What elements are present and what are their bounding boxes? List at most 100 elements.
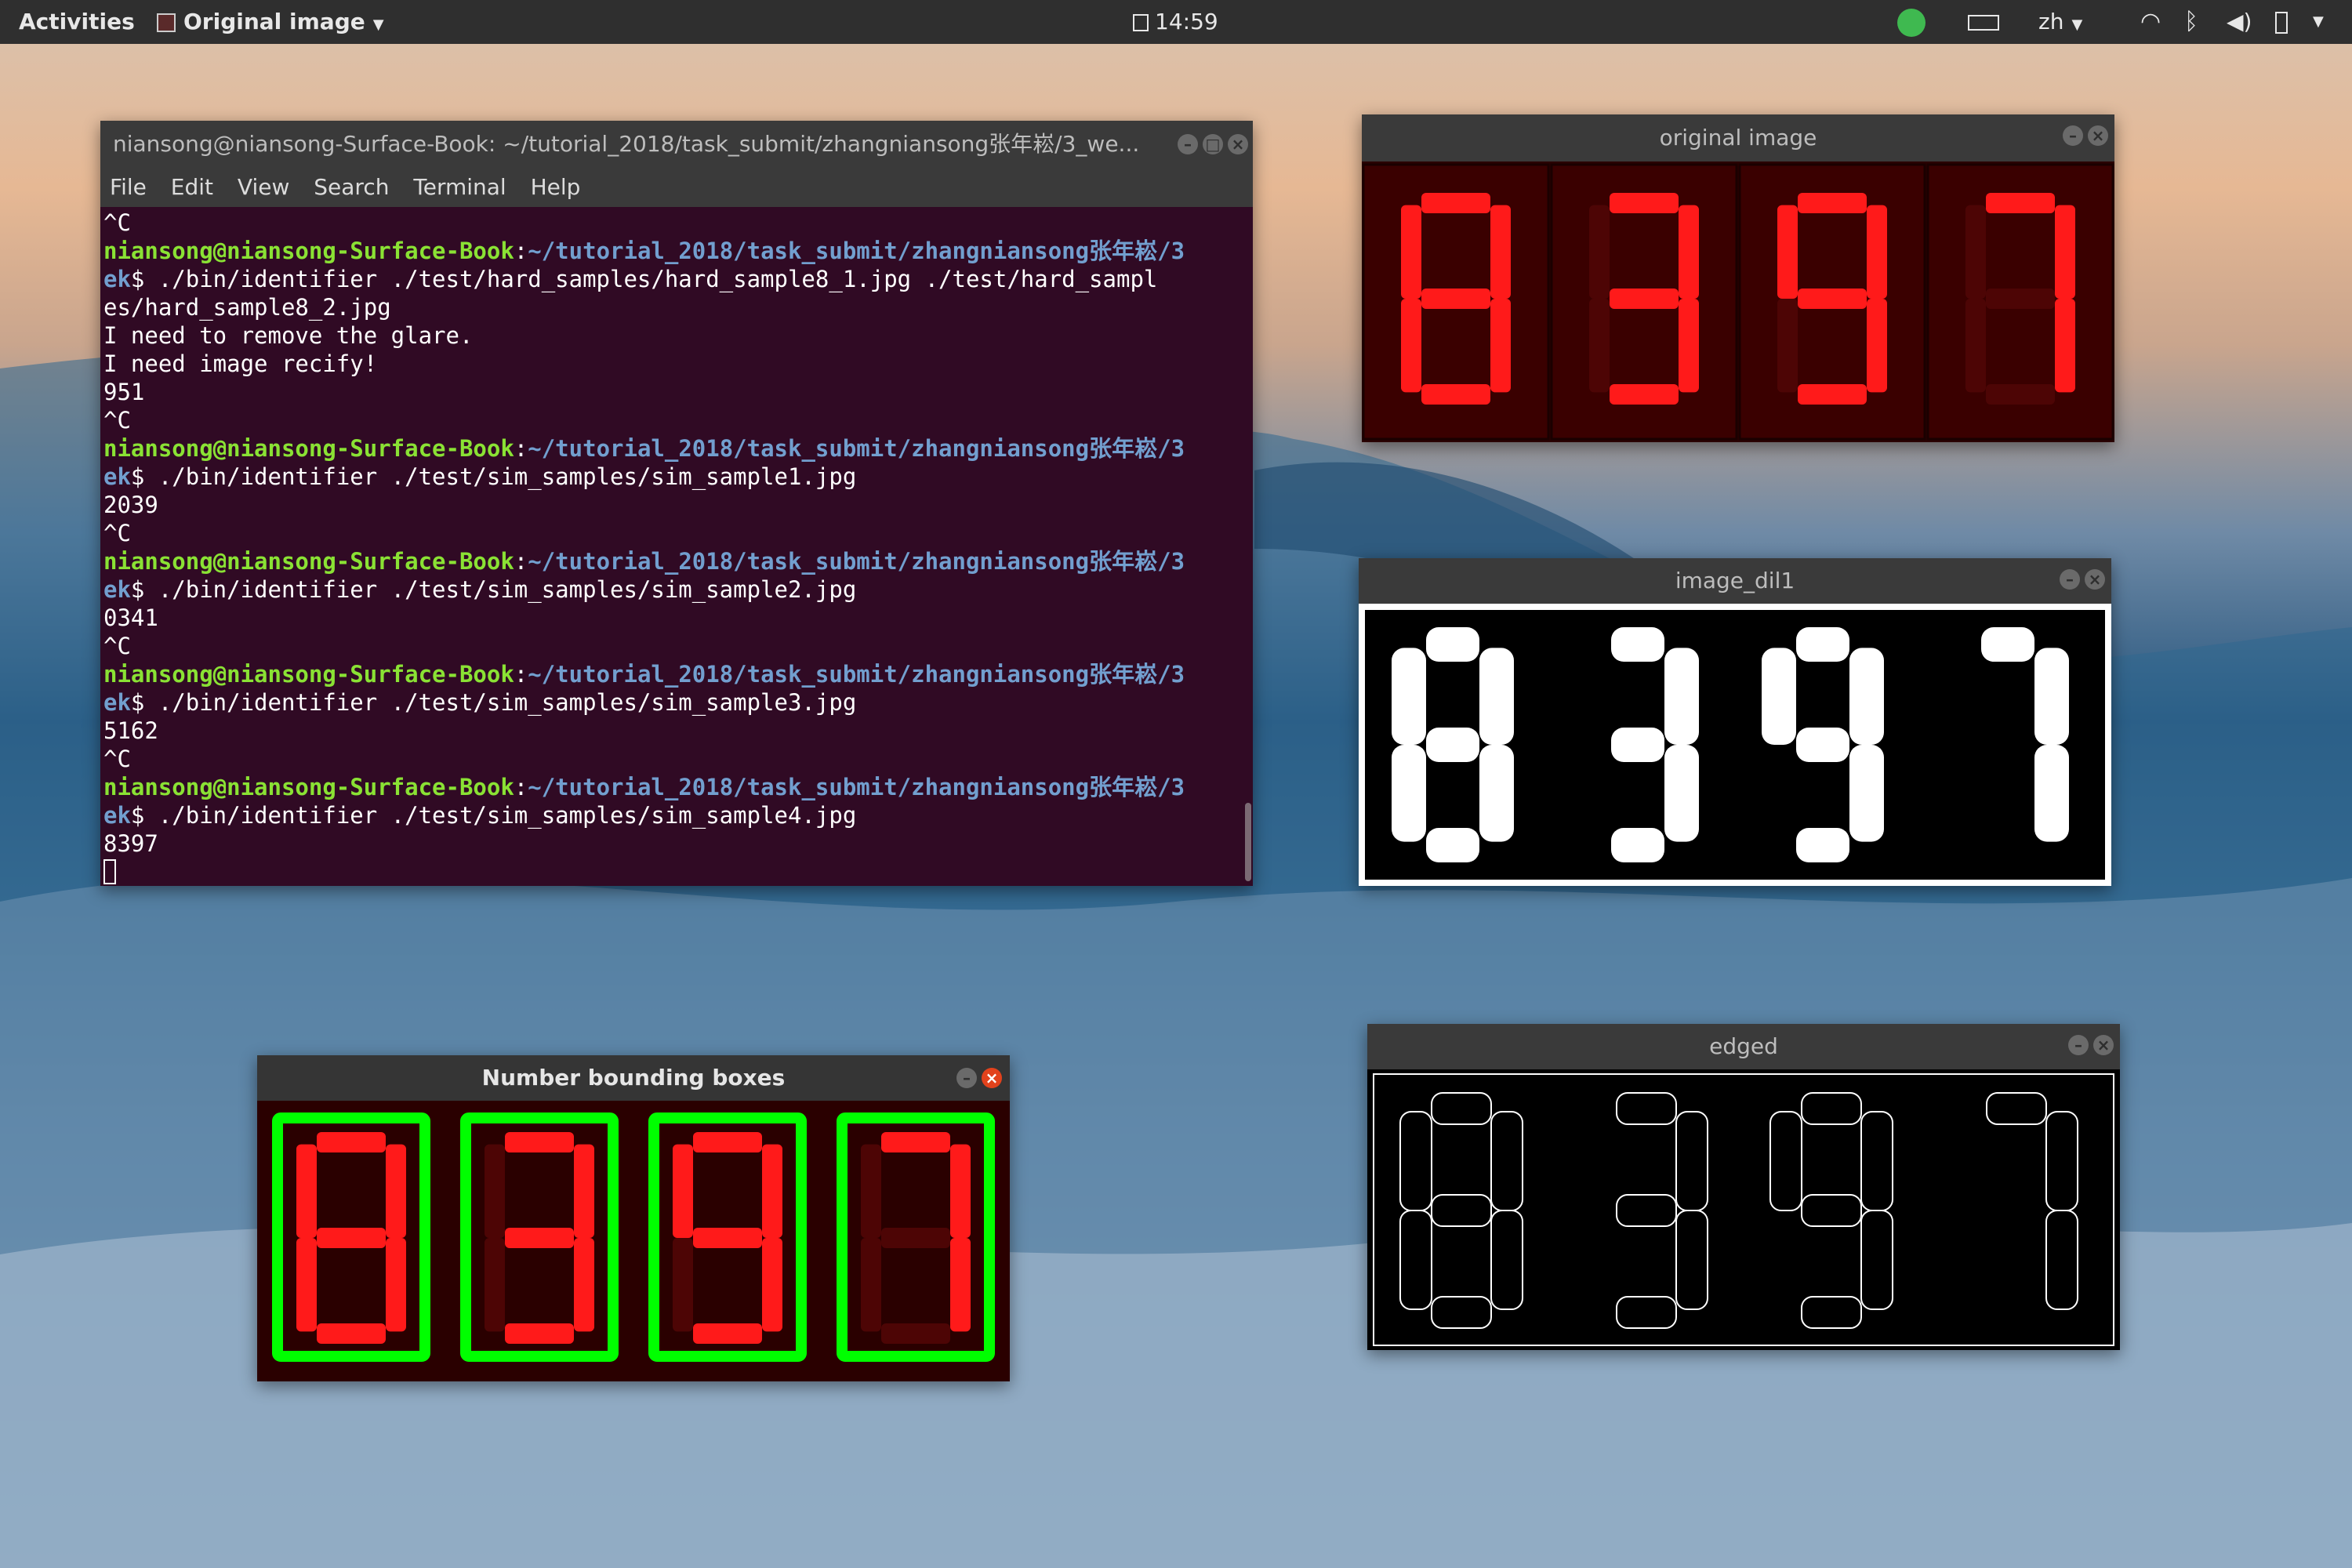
menu-search[interactable]: Search [314,174,389,200]
terminal-line: 2039 [103,492,158,518]
terminal-line: niansong@niansong-Surface-Book:~/tutoria… [103,237,1253,265]
segment-f [1769,1111,1802,1211]
terminal-output[interactable]: ^C niansong@niansong-Surface-Book:~/tutor… [100,207,1253,886]
telegram-icon[interactable] [1897,0,1926,44]
minimize-button[interactable]: – [1178,134,1198,154]
bounding-boxes-window[interactable]: Number bounding boxes – × [257,1055,1010,1381]
terminal-line: ek$ ./bin/identifier ./test/sim_samples/… [103,575,1253,604]
segment-b [1479,648,1514,745]
original-image-window[interactable]: original image – × [1362,114,2114,442]
image-dil1-titlebar[interactable]: image_dil1 [1359,558,2111,604]
segment-c [1860,1210,1893,1310]
digit-3 [1616,1092,1708,1329]
app-icon [157,13,176,32]
segment-e [861,1238,881,1332]
chevron-down-icon[interactable]: ▼ [2313,0,2324,44]
menu-view[interactable]: View [238,174,289,200]
prompt-path: ~/tutorial_2018/task_submit/zhangnianson… [528,238,1185,264]
terminal-line: niansong@niansong-Surface-Book:~/tutoria… [103,660,1253,688]
input-method-menu[interactable]: zh ▼ [2038,0,2082,44]
terminal-line: niansong@niansong-Surface-Book:~/tutoria… [103,434,1253,463]
segment-f [485,1144,505,1238]
close-button[interactable]: × [2088,125,2108,146]
segment-a [1431,1092,1492,1125]
keyboard-icon[interactable] [1968,0,1999,44]
segment-g [1611,728,1664,762]
close-button[interactable]: × [2085,569,2105,590]
segment-d [1426,828,1479,862]
menu-help[interactable]: Help [531,174,581,200]
maximize-button[interactable]: □ [1203,134,1223,154]
minimize-button[interactable]: – [956,1068,977,1088]
terminal-window[interactable]: niansong@niansong-Surface-Book: ~/tutori… [100,121,1253,886]
edged-title: edged [1709,1033,1778,1059]
terminal-line: ek$ ./bin/identifier ./test/sim_samples/… [103,463,1253,491]
terminal-scrollbar[interactable] [1245,803,1251,881]
close-button[interactable]: × [1228,134,1248,154]
minimize-button[interactable]: – [2068,1035,2089,1055]
segment-e [485,1238,505,1332]
terminal-line: ek$ ./bin/identifier ./test/hard_samples… [103,265,1253,293]
terminal-line: I need image recify! [103,350,378,377]
segment-a [1611,627,1664,662]
terminal-line: niansong@niansong-Surface-Book:~/tutoria… [103,773,1253,801]
prompt-path-tail: ek [103,802,131,829]
close-button[interactable]: × [982,1068,1002,1088]
terminal-line: es/hard_sample8_2.jpg [103,294,391,321]
segment-e [296,1238,317,1332]
prompt-separator: : [514,661,528,688]
segment-g [881,1228,950,1248]
segment-f [1762,648,1796,745]
segment-b [574,1144,594,1238]
terminal-titlebar[interactable]: niansong@niansong-Surface-Book: ~/tutori… [100,121,1156,168]
original-image-titlebar[interactable]: original image [1362,114,2114,162]
segment-d [317,1323,386,1344]
digit-9 [1769,1092,1893,1329]
segment-c [574,1238,594,1332]
segment-e [1401,299,1421,393]
edged-titlebar[interactable]: edged [1367,1024,2120,1069]
bounding-boxes-canvas [257,1101,1010,1381]
minimize-button[interactable]: – [2060,569,2080,590]
activities-button[interactable]: Activities [19,0,135,44]
digit-8 [1399,1092,1523,1329]
menu-terminal[interactable]: Terminal [413,174,506,200]
segment-c [1679,299,1699,393]
bounding-boxes-titlebar[interactable]: Number bounding boxes [257,1055,1010,1101]
prompt-path-tail: ek [103,266,131,292]
menu-file[interactable]: File [110,174,147,200]
volume-icon[interactable]: ◀) [2227,0,2252,44]
battery-icon[interactable] [2275,0,2288,44]
image-dil1-window[interactable]: image_dil1 – × [1359,558,2111,886]
prompt-path: ~/tutorial_2018/task_submit/zhangnianson… [528,435,1185,462]
clock[interactable]: 14:59 [1133,0,1218,44]
segment-b [2055,205,2075,299]
terminal-line: niansong@niansong-Surface-Book:~/tutoria… [103,547,1253,575]
prompt-separator: : [514,774,528,800]
terminal-line: 951 [103,379,145,405]
original-image-canvas [1362,162,2114,442]
close-button[interactable]: × [2093,1035,2114,1055]
command-text: $ ./bin/identifier ./test/hard_samples/h… [130,266,1158,292]
segment-c [386,1238,406,1332]
terminal-line: ek$ ./bin/identifier ./test/sim_samples/… [103,688,1253,717]
segment-d [693,1323,762,1344]
segment-c [2045,1210,2078,1310]
segment-a [1798,193,1867,213]
segment-f [1589,205,1610,299]
chevron-down-icon: ▼ [372,16,384,33]
menu-edit[interactable]: Edit [171,174,213,200]
wifi-icon[interactable]: ◠ [2140,0,2161,44]
segment-b [1860,1111,1893,1211]
edged-window[interactable]: edged – × [1367,1024,2120,1350]
terminal-line: ^C [103,209,131,236]
segment-g [693,1228,762,1248]
segment-c [1867,299,1887,393]
segment-d [1986,384,2055,405]
terminal-line: ^C [103,407,131,434]
terminal-line: ^C [103,520,131,546]
bluetooth-icon[interactable]: ᛒ [2184,0,2198,44]
minimize-button[interactable]: – [2063,125,2083,146]
app-menu[interactable]: Original image ▼ [157,0,384,44]
segment-e [673,1238,693,1332]
